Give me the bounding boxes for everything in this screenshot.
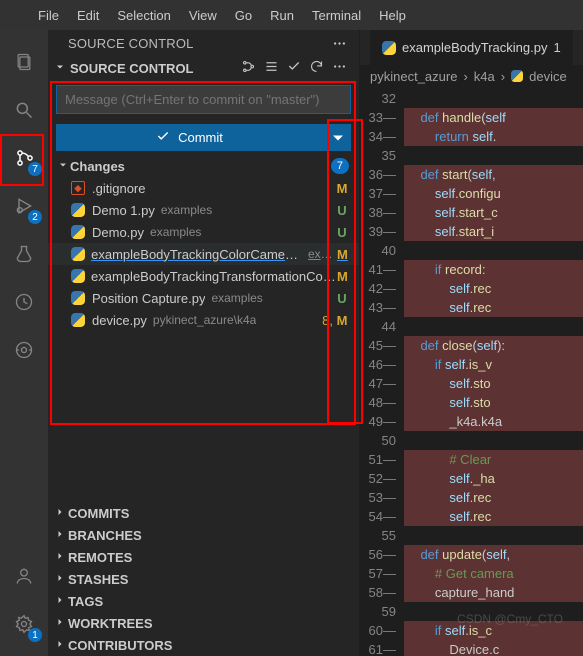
menu-help[interactable]: Help bbox=[371, 4, 414, 27]
python-icon bbox=[70, 224, 86, 240]
file-num-indicator: 8, bbox=[322, 313, 333, 328]
file-name: device.py bbox=[92, 313, 147, 328]
list-icon[interactable] bbox=[264, 59, 279, 77]
tab-modified-indicator: 1 bbox=[553, 40, 560, 55]
editor-tab[interactable]: exampleBodyTracking.py 1 bbox=[370, 30, 573, 65]
file-row[interactable]: exampleBodyTrackingTransformationComp...… bbox=[48, 265, 359, 287]
file-row[interactable]: Demo.py examples U bbox=[48, 221, 359, 243]
explorer-icon[interactable] bbox=[0, 38, 48, 86]
editor-body[interactable]: 3233—34—3536—37—38—39—4041—42—43—4445—46… bbox=[360, 87, 583, 656]
file-name: Position Capture.py bbox=[92, 291, 205, 306]
python-icon bbox=[382, 41, 396, 55]
file-status: U bbox=[335, 203, 349, 218]
file-dir: pykinect_azure\k4a bbox=[153, 313, 256, 327]
section-stashes[interactable]: STASHES bbox=[48, 568, 359, 590]
source-control-panel: SOURCE CONTROL SOURCE CONTROL bbox=[48, 30, 360, 656]
file-name: .gitignore bbox=[92, 181, 145, 196]
menu-run[interactable]: Run bbox=[262, 4, 302, 27]
gitignore-icon: ◆ bbox=[70, 180, 86, 196]
source-control-section-header[interactable]: SOURCE CONTROL bbox=[48, 57, 359, 81]
section-worktrees[interactable]: WORKTREES bbox=[48, 612, 359, 634]
python-icon bbox=[70, 290, 86, 306]
file-name: Demo.py bbox=[92, 225, 144, 240]
commit-label: Commit bbox=[178, 130, 223, 145]
menu-bar: FileEditSelectionViewGoRunTerminalHelp bbox=[0, 0, 583, 30]
file-status: M bbox=[336, 247, 349, 262]
menu-file[interactable]: File bbox=[30, 4, 67, 27]
file-name: exampleBodyTrackingColorCamera.py bbox=[91, 247, 302, 262]
file-row[interactable]: device.py pykinect_azure\k4a 8,M bbox=[48, 309, 359, 331]
changes-label: Changes bbox=[70, 159, 125, 174]
accounts-icon[interactable] bbox=[0, 552, 48, 600]
menu-go[interactable]: Go bbox=[227, 4, 260, 27]
commit-check-icon[interactable] bbox=[287, 59, 301, 77]
timeline-icon[interactable] bbox=[0, 278, 48, 326]
menu-edit[interactable]: Edit bbox=[69, 4, 107, 27]
changes-header[interactable]: Changes 7 bbox=[48, 155, 359, 177]
changes-count: 7 bbox=[331, 158, 349, 174]
menu-view[interactable]: View bbox=[181, 4, 225, 27]
file-dir: examples bbox=[211, 291, 262, 305]
editor-area: exampleBodyTracking.py 1 pykinect_azure›… bbox=[360, 30, 583, 656]
testing-icon[interactable] bbox=[0, 230, 48, 278]
panel-more-icon[interactable] bbox=[332, 36, 347, 51]
section-remotes[interactable]: REMOTES bbox=[48, 546, 359, 568]
search-icon[interactable] bbox=[0, 86, 48, 134]
python-icon bbox=[511, 70, 523, 82]
tab-filename: exampleBodyTracking.py bbox=[402, 40, 547, 55]
python-icon bbox=[70, 202, 86, 218]
python-icon bbox=[70, 268, 85, 284]
file-row[interactable]: ◆ .gitignore M bbox=[48, 177, 359, 199]
panel-title: SOURCE CONTROL bbox=[68, 36, 194, 51]
file-status: M bbox=[336, 269, 349, 284]
more-icon[interactable] bbox=[332, 59, 347, 77]
file-status: M bbox=[335, 313, 349, 328]
menu-terminal[interactable]: Terminal bbox=[304, 4, 369, 27]
view-tree-icon[interactable] bbox=[241, 59, 256, 77]
section-contributors[interactable]: CONTRIBUTORS bbox=[48, 634, 359, 656]
file-dir: examples bbox=[150, 225, 201, 239]
file-dir: exa... bbox=[308, 247, 336, 261]
breadcrumb[interactable]: pykinect_azure› k4a› device bbox=[360, 65, 583, 87]
settings-badge: 1 bbox=[28, 628, 42, 642]
section-tags[interactable]: TAGS bbox=[48, 590, 359, 612]
commit-button[interactable]: Commit bbox=[56, 124, 323, 151]
debug-badge: 2 bbox=[28, 210, 42, 224]
file-row[interactable]: exampleBodyTrackingColorCamera.py exa...M bbox=[48, 243, 359, 265]
settings-gear-icon[interactable]: 1 bbox=[0, 600, 48, 648]
refresh-icon[interactable] bbox=[309, 59, 324, 77]
file-row[interactable]: Position Capture.py examples U bbox=[48, 287, 359, 309]
commit-dropdown[interactable] bbox=[323, 124, 351, 151]
file-status: U bbox=[335, 225, 349, 240]
file-name: Demo 1.py bbox=[92, 203, 155, 218]
section-title: SOURCE CONTROL bbox=[70, 61, 241, 76]
file-dir: examples bbox=[161, 203, 212, 217]
python-icon bbox=[70, 312, 86, 328]
source-control-icon[interactable]: 7 bbox=[0, 134, 48, 182]
gitlens-icon[interactable] bbox=[0, 326, 48, 374]
file-status: M bbox=[335, 181, 349, 196]
python-icon bbox=[70, 246, 85, 262]
menu-selection[interactable]: Selection bbox=[109, 4, 178, 27]
file-row[interactable]: Demo 1.py examples U bbox=[48, 199, 359, 221]
file-status: U bbox=[335, 291, 349, 306]
commit-message-input[interactable] bbox=[56, 85, 351, 114]
file-name: exampleBodyTrackingTransformationComp... bbox=[91, 269, 336, 284]
scm-badge: 7 bbox=[28, 162, 42, 176]
section-branches[interactable]: BRANCHES bbox=[48, 524, 359, 546]
run-debug-icon[interactable]: 2 bbox=[0, 182, 48, 230]
section-commits[interactable]: COMMITS bbox=[48, 502, 359, 524]
activity-bar: 7 2 1 bbox=[0, 30, 48, 656]
